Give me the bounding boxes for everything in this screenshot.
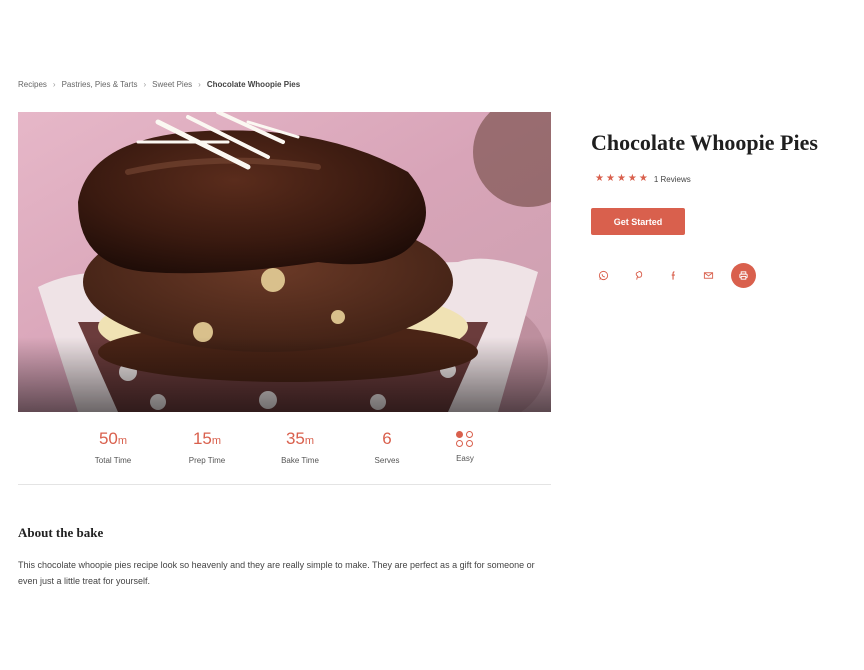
stat-difficulty: Easy xyxy=(420,428,510,463)
stat-unit: m xyxy=(117,435,128,447)
pinterest-icon[interactable] xyxy=(626,263,651,288)
whatsapp-icon[interactable] xyxy=(591,263,616,288)
stat-bake-time: 35m Bake Time xyxy=(255,428,345,465)
breadcrumb-sweet-pies[interactable]: Sweet Pies xyxy=(152,80,192,89)
breadcrumb-separator: › xyxy=(143,80,147,89)
divider xyxy=(18,484,551,485)
breadcrumb-current: Chocolate Whoopie Pies xyxy=(206,80,301,89)
star-icon: ★ xyxy=(605,173,615,184)
stat-value: 35 xyxy=(285,429,305,448)
stat-label: Total Time xyxy=(94,456,132,465)
breadcrumb-separator: › xyxy=(198,80,201,89)
email-icon[interactable] xyxy=(696,263,721,288)
recipe-stats: 50m Total Time 15m Prep Time 35m Bake Ti… xyxy=(18,428,551,468)
stat-unit: m xyxy=(304,435,315,447)
stat-value: 50 xyxy=(98,429,118,448)
get-started-button[interactable]: Get Started xyxy=(591,208,685,235)
reviews-count[interactable]: 1 Reviews xyxy=(654,175,691,184)
facebook-icon[interactable] xyxy=(661,263,686,288)
stat-total-time: 50m Total Time xyxy=(68,428,158,465)
star-icon: ★ xyxy=(595,173,604,184)
share-bar xyxy=(591,263,756,288)
stat-serves: 6 Serves xyxy=(342,428,432,465)
rating[interactable]: ★ ★ ★ ★ ★ 1 Reviews xyxy=(595,174,691,184)
breadcrumb-separator: › xyxy=(52,80,56,89)
stat-label: Easy xyxy=(456,454,474,463)
stat-value: 6 xyxy=(382,429,392,448)
about-title: About the bake xyxy=(18,525,104,540)
star-icon: ★ xyxy=(638,173,648,184)
stat-label: Serves xyxy=(374,456,400,465)
stat-label: Bake Time xyxy=(281,456,319,465)
star-icon: ★ xyxy=(616,173,626,184)
difficulty-icon xyxy=(456,431,474,449)
stat-value: 15 xyxy=(192,429,212,448)
recipe-hero-image xyxy=(18,112,551,412)
print-icon[interactable] xyxy=(731,263,756,288)
star-icon: ★ xyxy=(627,173,637,184)
stat-prep-time: 15m Prep Time xyxy=(162,428,252,465)
about-text: This chocolate whoopie pies recipe look … xyxy=(18,560,535,586)
stat-unit: m xyxy=(211,435,222,447)
recipe-title: Chocolate Whoopie Pies xyxy=(591,130,818,155)
stat-label: Prep Time xyxy=(188,456,226,465)
breadcrumb-recipes[interactable]: Recipes xyxy=(18,80,47,89)
breadcrumb: Recipes › Pastries, Pies & Tarts › Sweet… xyxy=(18,80,300,89)
breadcrumb-pastries[interactable]: Pastries, Pies & Tarts xyxy=(62,80,138,89)
